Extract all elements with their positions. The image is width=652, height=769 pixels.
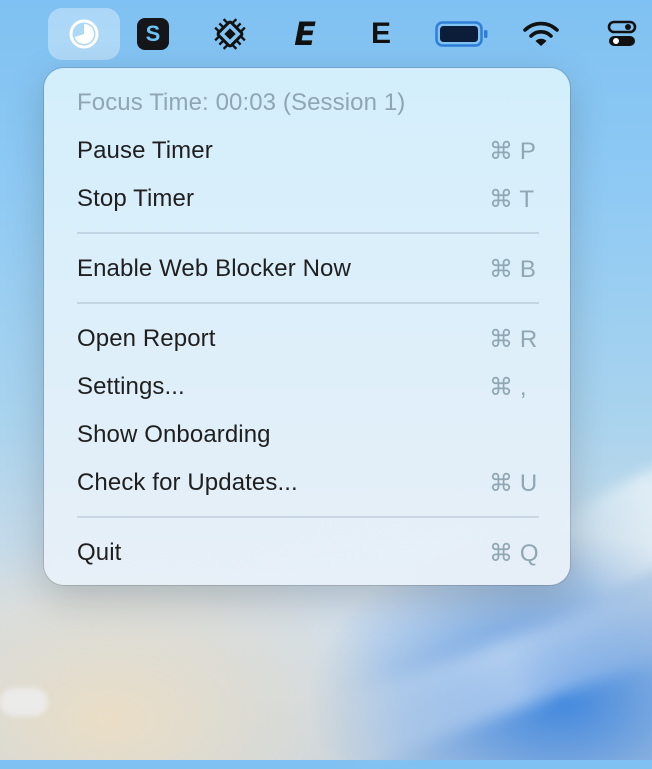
show-onboarding-menu-item[interactable]: Show Onboarding <box>44 412 570 458</box>
quit-menu-item[interactable]: Quit ⌘ Q <box>44 530 570 576</box>
menu-item-shortcut: ⌘ P <box>489 137 536 165</box>
menu-item-shortcut: ⌘ T <box>489 185 535 213</box>
menu-item-shortcut: ⌘ B <box>489 255 536 283</box>
menu-separator <box>77 232 539 234</box>
wallpaper-blot <box>0 688 48 716</box>
menu-item-label: Quit <box>77 539 122 566</box>
menu-bar: S E E <box>0 0 652 68</box>
focus-time-status-label: Focus Time: 00:03 (Session 1) <box>77 89 406 116</box>
menu-item-label: Pause Timer <box>77 137 213 164</box>
chip-app-icon[interactable] <box>210 14 250 54</box>
settings-menu-item[interactable]: Settings... ⌘ , <box>44 364 570 410</box>
e-app-icon[interactable]: E <box>361 14 401 54</box>
menu-item-shortcut: ⌘ U <box>489 469 538 497</box>
menu-item-label: Enable Web Blocker Now <box>77 255 351 282</box>
focus-timer-icon[interactable] <box>64 14 104 54</box>
e-italic-glyph: E <box>294 15 316 53</box>
e-italic-app-icon[interactable]: E <box>285 14 325 54</box>
menu-item-shortcut: ⌘ R <box>489 325 538 353</box>
enable-web-blocker-menu-item[interactable]: Enable Web Blocker Now ⌘ B <box>44 246 570 292</box>
menu-item-label: Stop Timer <box>77 185 195 212</box>
menu-item-label: Show Onboarding <box>77 421 271 448</box>
menu-item-label: Check for Updates... <box>77 469 298 496</box>
menu-item-label: Open Report <box>77 325 216 352</box>
s-app-icon[interactable]: S <box>133 14 173 54</box>
focus-app-menu: Focus Time: 00:03 (Session 1) Pause Time… <box>44 68 570 585</box>
s-app-glyph: S <box>145 21 161 46</box>
stop-timer-menu-item[interactable]: Stop Timer ⌘ T <box>44 176 570 222</box>
wallpaper-highlight-lower <box>328 580 652 769</box>
check-for-updates-menu-item[interactable]: Check for Updates... ⌘ U <box>44 460 570 506</box>
menu-separator <box>77 516 539 518</box>
menu-separator <box>77 302 539 304</box>
control-center-icon[interactable] <box>602 14 642 54</box>
menu-item-label: Settings... <box>77 373 185 400</box>
open-report-menu-item[interactable]: Open Report ⌘ R <box>44 316 570 362</box>
menu-item-shortcut: ⌘ , <box>489 373 527 401</box>
focus-time-status: Focus Time: 00:03 (Session 1) <box>44 80 570 126</box>
battery-icon[interactable] <box>432 14 492 54</box>
menu-item-shortcut: ⌘ Q <box>489 539 539 567</box>
e-glyph: E <box>370 17 391 50</box>
pause-timer-menu-item[interactable]: Pause Timer ⌘ P <box>44 128 570 174</box>
wifi-icon[interactable] <box>521 14 561 54</box>
